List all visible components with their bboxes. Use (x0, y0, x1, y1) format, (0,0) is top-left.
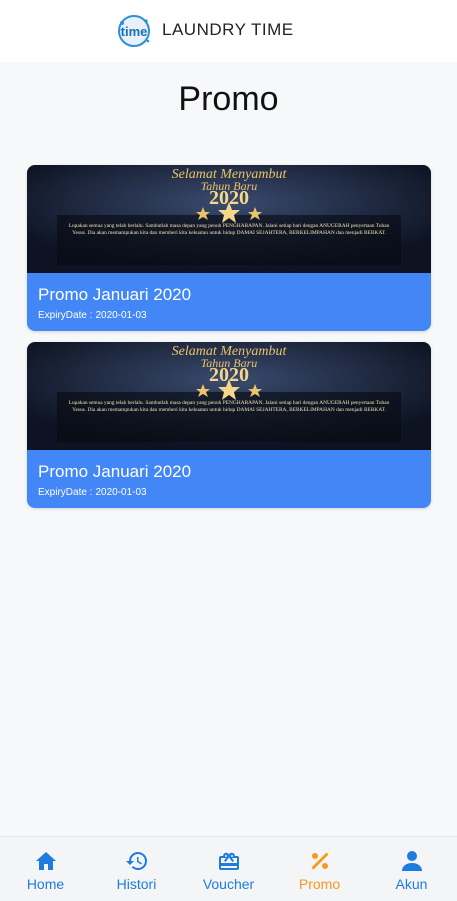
tab-promo[interactable]: Promo (274, 837, 365, 901)
expiry-date: 2020-01-03 (95, 487, 147, 498)
promo-title: Promo Januari 2020 (38, 285, 192, 304)
laundry-time-logo-icon: time (118, 15, 150, 47)
app-name: LAUNDRY TIME (162, 20, 294, 39)
tab-voucher[interactable]: Voucher (183, 837, 274, 901)
promo-title: Promo Januari 2020 (38, 462, 192, 481)
tab-histori[interactable]: Histori (91, 837, 182, 901)
app-header: time LAUNDRY TIME (0, 0, 457, 62)
percent-icon (311, 852, 328, 870)
banner-message: Lupakan semua yang telah berlalu. Sambut… (68, 400, 390, 413)
tab-label: Histori (116, 876, 157, 892)
expiry-date: 2020-01-03 (95, 310, 147, 321)
expiry-label: ExpiryDate : (38, 310, 93, 321)
tab-label: Voucher (202, 876, 255, 892)
banner-message: Lupakan semua yang telah berlalu. Sambut… (68, 223, 390, 236)
promo-info: Promo Januari 2020 ExpiryDate :2020-01-0… (27, 273, 431, 331)
expiry-label: ExpiryDate : (38, 487, 93, 498)
promo-info: Promo Januari 2020 ExpiryDate :2020-01-0… (27, 450, 431, 508)
promo-card[interactable]: Selamat Menyambut Tahun Baru 2020 Lupaka… (27, 165, 431, 331)
logo-text: time (121, 24, 148, 39)
promo-banner-image: Selamat Menyambut Tahun Baru 2020 Lupaka… (27, 342, 431, 450)
promo-expiry: ExpiryDate :2020-01-03 (38, 487, 147, 498)
home-icon (35, 852, 56, 870)
tab-akun[interactable]: Akun (366, 837, 457, 901)
bottom-tab-bar: Home Histori Voucher Promo Akun (0, 836, 457, 901)
promo-banner-image: Selamat Menyambut Tahun Baru 2020 Lupaka… (27, 165, 431, 273)
promo-expiry: ExpiryDate :2020-01-03 (38, 310, 147, 321)
promo-card[interactable]: Selamat Menyambut Tahun Baru 2020 Lupaka… (27, 342, 431, 508)
history-icon (125, 852, 147, 870)
tab-label: Akun (395, 876, 428, 892)
tab-label: Home (26, 876, 65, 892)
page-title: Promo (178, 80, 279, 118)
tab-home[interactable]: Home (0, 837, 91, 901)
voucher-icon (218, 852, 239, 870)
tab-label: Promo (298, 876, 341, 892)
account-icon (401, 851, 422, 871)
